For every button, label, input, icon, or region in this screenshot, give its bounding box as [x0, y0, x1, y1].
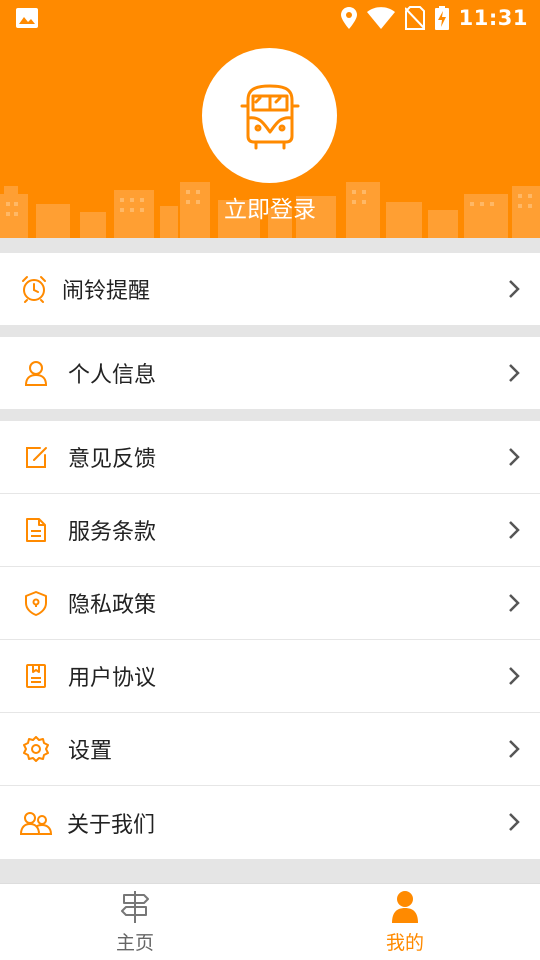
menu-item-alarm[interactable]: 闹铃提醒: [0, 253, 540, 325]
alarm-clock-icon: [20, 275, 48, 303]
nav-home[interactable]: 主页: [0, 884, 270, 960]
login-link[interactable]: 立即登录: [0, 190, 540, 224]
bottom-nav: 主页 我的: [0, 883, 540, 960]
agreement-icon: [23, 663, 49, 689]
menu-item-privacy[interactable]: 隐私政策: [0, 567, 540, 640]
chevron-right-icon: [509, 740, 520, 758]
menu-item-label: 用户协议: [68, 666, 157, 691]
menu-item-label: 闹铃提醒: [62, 279, 151, 304]
menu-item-personal-info[interactable]: 个人信息: [0, 337, 540, 409]
user-icon: [392, 891, 418, 923]
menu-item-about-us[interactable]: 关于我们: [0, 786, 540, 859]
menu-item-label: 设置: [68, 739, 113, 764]
nav-label: 主页: [115, 932, 154, 954]
nav-mine[interactable]: 我的: [270, 884, 540, 960]
wifi-icon: [366, 7, 395, 29]
person-icon: [23, 360, 49, 386]
image-icon: [16, 8, 38, 28]
document-icon: [23, 517, 49, 543]
menu-item-settings[interactable]: 设置: [0, 713, 540, 786]
menu-group-info: 意见反馈 服务条款 隐私政策 用户协议 设置 关于我们: [0, 421, 540, 859]
menu-item-label: 服务条款: [68, 520, 157, 545]
chevron-right-icon: [509, 594, 520, 612]
bus-icon: [240, 84, 299, 149]
chevron-right-icon: [509, 521, 520, 539]
status-bar: 11:31: [0, 0, 540, 36]
menu-item-terms[interactable]: 服务条款: [0, 494, 540, 567]
menu-item-label: 个人信息: [68, 363, 157, 388]
menu-group-reminders: 闹铃提醒: [0, 253, 540, 325]
nav-label: 我的: [385, 932, 424, 954]
chevron-right-icon: [509, 667, 520, 685]
no-sim-icon: [404, 6, 425, 30]
signpost-icon: [121, 891, 149, 923]
menu-group-profile: 个人信息: [0, 337, 540, 409]
menu-item-feedback[interactable]: 意见反馈: [0, 421, 540, 494]
menu-item-user-agreement[interactable]: 用户协议: [0, 640, 540, 713]
shield-icon: [23, 590, 49, 616]
gear-icon: [23, 736, 49, 762]
chevron-right-icon: [509, 813, 520, 831]
menu-item-label: 关于我们: [67, 812, 156, 838]
status-time: 11:31: [458, 6, 528, 30]
chevron-right-icon: [509, 280, 520, 298]
profile-header: 11:31 立即登录: [0, 0, 540, 238]
avatar[interactable]: [202, 48, 337, 183]
group-icon: [20, 810, 52, 836]
chevron-right-icon: [509, 364, 520, 382]
battery-charging-icon: [434, 6, 449, 30]
menu-item-label: 意见反馈: [68, 447, 157, 472]
location-icon: [340, 7, 357, 29]
chevron-right-icon: [509, 448, 520, 466]
feedback-icon: [23, 444, 49, 470]
menu-item-label: 隐私政策: [68, 593, 157, 618]
